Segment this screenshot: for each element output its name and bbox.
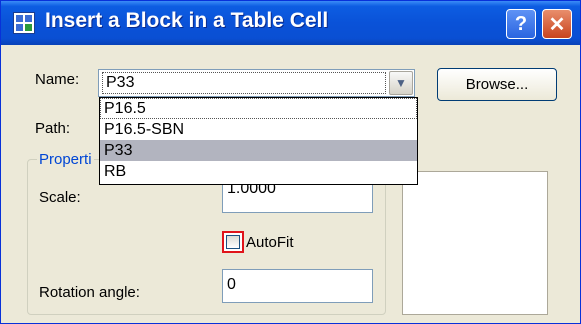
block-preview (402, 171, 548, 315)
chevron-down-icon[interactable]: ▼ (389, 71, 413, 95)
title-bar[interactable]: Insert a Block in a Table Cell ? ✕ (1, 1, 580, 45)
help-button[interactable]: ? (506, 9, 536, 39)
rotation-angle-input[interactable]: 0 (222, 269, 373, 303)
dropdown-option[interactable]: P16.5 (100, 98, 417, 119)
browse-button[interactable]: Browse... (437, 68, 557, 101)
name-combobox-value[interactable]: P33 (102, 72, 386, 94)
insert-block-dialog: Insert a Block in a Table Cell ? ✕ Name:… (0, 0, 581, 324)
name-label: Name: (35, 71, 80, 88)
table-app-icon (13, 12, 35, 34)
scale-label: Scale: (39, 189, 81, 206)
name-combobox[interactable]: P33 ▼ (98, 69, 415, 97)
properties-group-label: Properti (37, 151, 94, 168)
path-label: Path: (35, 120, 71, 137)
name-dropdown-list[interactable]: P16.5 P16.5-SBN P33 RB (99, 97, 418, 185)
dropdown-option[interactable]: P16.5-SBN (100, 119, 417, 140)
dropdown-option[interactable]: RB (100, 161, 417, 182)
autofit-label[interactable]: AutoFit (246, 234, 294, 251)
checkbox-box (226, 235, 240, 249)
autofit-checkbox[interactable] (222, 231, 244, 253)
dialog-title: Insert a Block in a Table Cell (45, 9, 329, 32)
close-button[interactable]: ✕ (542, 9, 572, 39)
dropdown-option-selected[interactable]: P33 (100, 140, 417, 161)
rotation-angle-label: Rotation angle: (39, 284, 140, 301)
